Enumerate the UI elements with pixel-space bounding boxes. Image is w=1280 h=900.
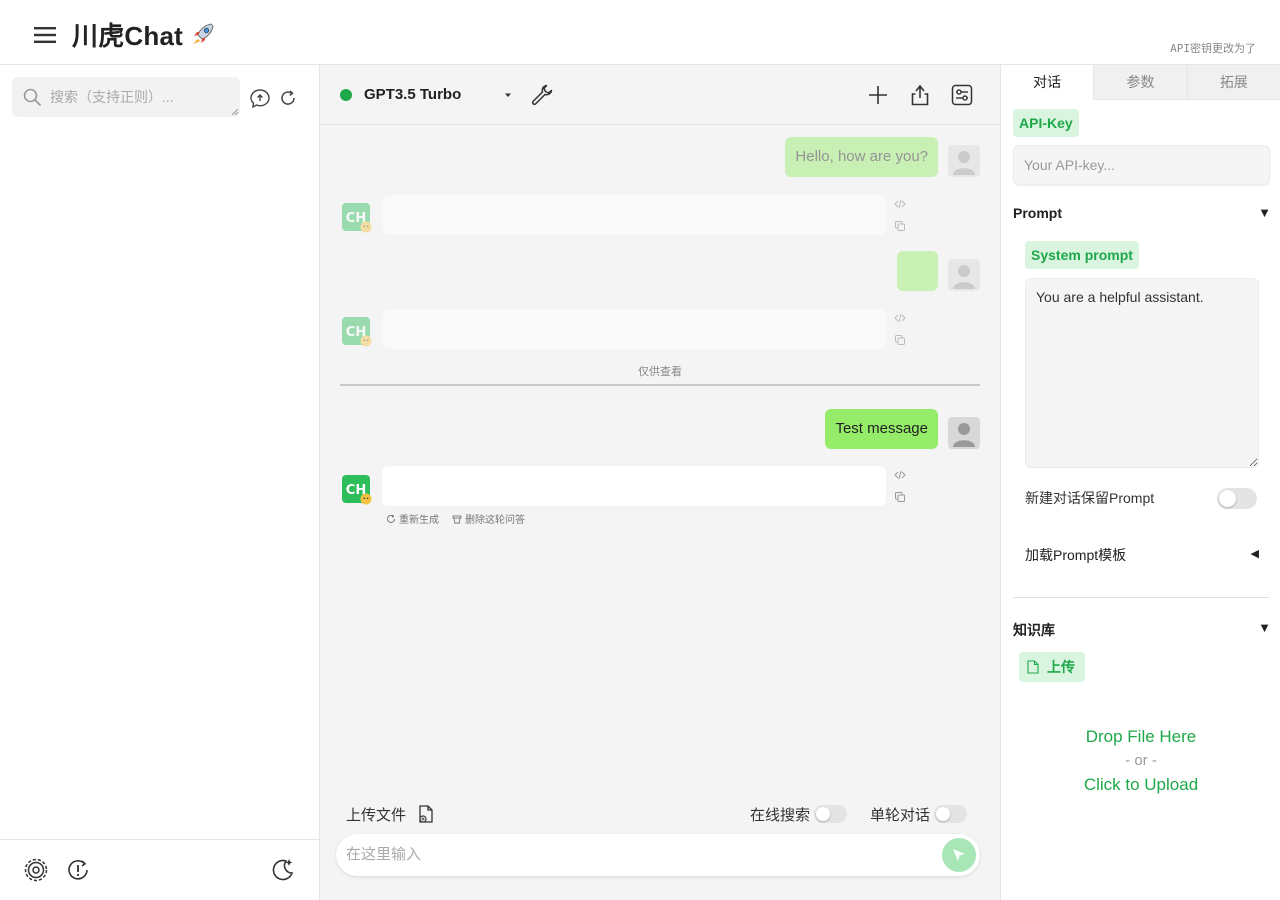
settings-panel: 对话 参数 拓展 API-Key Prompt ▼ System prompt … (1000, 65, 1280, 900)
toggle-knob (816, 807, 830, 821)
collapse-triangle-icon: ▼ (1258, 205, 1271, 220)
raw-code-icon[interactable] (894, 312, 906, 324)
search-icon (22, 87, 42, 107)
raw-code-icon[interactable] (894, 469, 906, 481)
assistant-avatar: CH (342, 475, 372, 505)
keep-prompt-toggle[interactable] (1217, 488, 1257, 509)
input-options-row: 上传文件 在线搜索 单轮对话 (320, 800, 1000, 828)
or-text: - or - (1125, 752, 1157, 769)
toggle-knob (936, 807, 950, 821)
upload-button[interactable]: 上传 (1019, 652, 1085, 682)
section-divider (1013, 597, 1269, 598)
send-button[interactable] (942, 838, 976, 872)
new-chat-plus-icon[interactable] (865, 82, 891, 108)
model-name[interactable]: GPT3.5 Turbo (364, 86, 461, 103)
app-title: 川虎Chat (72, 16, 217, 53)
user-message (897, 251, 938, 291)
dark-mode-moon-icon[interactable] (269, 856, 297, 884)
raw-code-icon[interactable] (894, 198, 906, 210)
assistant-avatar: CH (342, 203, 372, 233)
keep-prompt-label: 新建对话保留Prompt (1025, 490, 1155, 506)
api-key-label: API-Key (1013, 109, 1079, 137)
app-header: 川虎Chat API密钥更改为了 (0, 0, 1280, 65)
upload-history-icon[interactable] (249, 87, 271, 109)
assistant-avatar: CH (342, 317, 372, 347)
upload-file-icon[interactable] (416, 804, 436, 824)
file-icon (1027, 660, 1039, 674)
app-title-text: 川虎Chat (72, 21, 183, 51)
chat-toolbar: GPT3.5 Turbo (320, 65, 1000, 125)
api-key-field (1013, 145, 1270, 185)
system-prompt-input[interactable]: You are a helpful assistant. (1026, 279, 1258, 467)
delete-round-label: 删除这轮问答 (465, 515, 525, 526)
divider-label: 仅供查看 (638, 366, 682, 378)
click-to-upload-text: Click to Upload (1083, 775, 1199, 794)
chat-panel: GPT3.5 Turbo Hello, how are you? CH CH 仅… (320, 65, 1000, 900)
user-message: Test message (825, 409, 938, 449)
settings-tabs: 对话 参数 拓展 (1001, 65, 1280, 100)
share-export-icon[interactable] (907, 82, 933, 108)
check-update-icon[interactable] (64, 856, 92, 884)
history-sidebar (0, 65, 320, 900)
copy-icon[interactable] (894, 491, 906, 503)
assistant-message (382, 195, 886, 235)
settings-gear-icon[interactable] (22, 856, 50, 884)
tab-chat[interactable]: 对话 (1001, 65, 1095, 100)
wrench-tool-icon[interactable] (529, 82, 555, 108)
regenerate-icon (387, 514, 395, 523)
chat-settings-sliders-icon[interactable] (949, 82, 975, 108)
upload-button-label: 上传 (1047, 659, 1075, 675)
knowledge-base-header[interactable]: 知识库 ▼ (1013, 620, 1271, 640)
user-avatar (948, 417, 980, 449)
copy-icon[interactable] (894, 220, 906, 232)
copy-icon[interactable] (894, 334, 906, 346)
system-prompt-box: You are a helpful assistant. (1025, 278, 1259, 468)
user-avatar (948, 145, 980, 177)
api-key-input[interactable] (1014, 146, 1269, 184)
prompt-section-title: Prompt (1013, 205, 1062, 221)
collapse-triangle-icon: ▼ (1258, 620, 1271, 635)
trash-icon (452, 515, 462, 523)
single-turn-toggle[interactable] (934, 805, 967, 823)
history-search-input[interactable] (50, 77, 235, 117)
regenerate-label: 重新生成 (399, 515, 439, 526)
drop-file-text: Drop File Here (1085, 727, 1197, 746)
history-divider: 仅供查看 (340, 362, 980, 386)
prompt-section-header[interactable]: Prompt ▼ (1013, 205, 1271, 225)
resize-handle-icon (232, 109, 238, 115)
message-input[interactable] (346, 834, 936, 876)
message-input-box (336, 834, 980, 876)
divider-line (340, 384, 980, 386)
expand-triangle-icon: ◀ (1250, 548, 1259, 560)
sidebar-footer (0, 839, 319, 900)
refresh-icon[interactable] (277, 87, 299, 109)
history-search-box (12, 77, 240, 117)
assistant-message (382, 466, 886, 506)
rocket-icon (189, 20, 217, 48)
tab-extensions[interactable]: 拓展 (1187, 65, 1280, 100)
tab-params[interactable]: 参数 (1094, 65, 1188, 100)
file-dropzone[interactable]: Drop File Here - or - Click to Upload (1013, 725, 1269, 805)
user-message: Hello, how are you? (785, 137, 938, 177)
web-search-toggle[interactable] (814, 805, 847, 823)
send-cursor-icon (953, 849, 965, 861)
delete-round-button[interactable]: 删除这轮问答 (452, 511, 525, 526)
user-avatar (948, 259, 980, 291)
load-template-row[interactable]: 加载Prompt模板 ◀ (1025, 545, 1259, 565)
regenerate-button[interactable]: 重新生成 (386, 511, 439, 526)
upload-file-label: 上传文件 (346, 807, 407, 824)
system-prompt-label: System prompt (1025, 241, 1139, 269)
web-search-label: 在线搜索 (750, 807, 811, 824)
model-dropdown-caret-icon[interactable] (502, 90, 514, 100)
load-template-label: 加载Prompt模板 (1025, 547, 1127, 563)
single-turn-label: 单轮对话 (870, 807, 931, 824)
model-status-dot (340, 89, 352, 101)
knowledge-base-title: 知识库 (1013, 622, 1055, 638)
hamburger-menu-icon[interactable] (30, 20, 60, 50)
toggle-knob (1219, 490, 1236, 507)
assistant-message (382, 309, 886, 349)
api-key-notice: API密钥更改为了 (1170, 42, 1256, 55)
